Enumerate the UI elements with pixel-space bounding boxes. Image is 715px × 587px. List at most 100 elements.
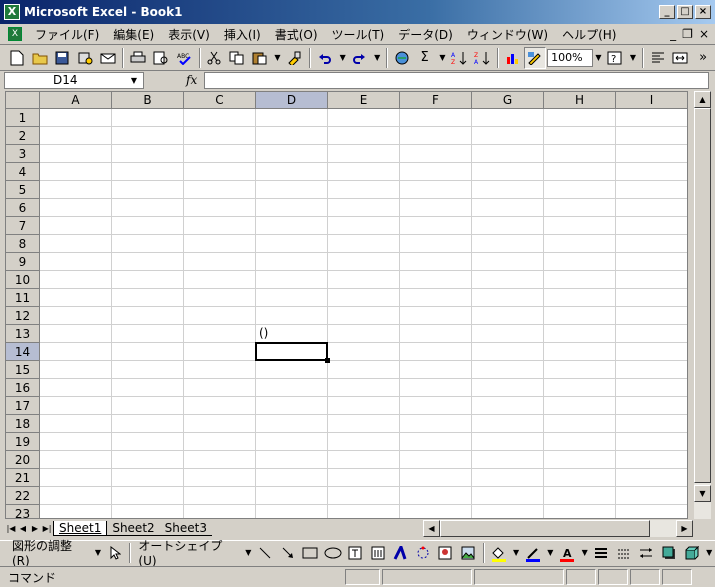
- undo-icon[interactable]: [314, 47, 336, 69]
- scroll-down-icon[interactable]: ▼: [694, 485, 711, 502]
- formula-input[interactable]: [204, 72, 709, 89]
- row-header-8[interactable]: 8: [6, 235, 40, 253]
- row-header-17[interactable]: 17: [6, 397, 40, 415]
- font-color-dropdown-icon[interactable]: ▼: [579, 544, 591, 562]
- line-color-dropdown-icon[interactable]: ▼: [545, 544, 557, 562]
- cut-icon[interactable]: [204, 47, 226, 69]
- vertical-scrollbar[interactable]: ▲ ▼: [694, 91, 711, 519]
- autoshapes-dropdown-icon[interactable]: ▼: [242, 544, 254, 562]
- row-header-13[interactable]: 13: [6, 325, 40, 343]
- draw-menu-dropdown-icon[interactable]: ▼: [92, 544, 104, 562]
- print-preview-icon[interactable]: [150, 47, 172, 69]
- row-header-22[interactable]: 22: [6, 487, 40, 505]
- save-icon[interactable]: [51, 47, 73, 69]
- worksheet-grid[interactable]: A B C D E F G H I 1 2 3 4 5 6 7 8 9 10 11 12 13 14 15 16 17 18 19 20…: [5, 91, 688, 519]
- new-icon[interactable]: [6, 47, 28, 69]
- 3d-style-icon[interactable]: [681, 542, 703, 564]
- hyperlink-icon[interactable]: [391, 47, 413, 69]
- menu-help[interactable]: ヘルプ(H): [555, 26, 623, 43]
- textbox-icon[interactable]: [344, 542, 366, 564]
- horizontal-scroll-thumb[interactable]: [440, 520, 650, 537]
- menu-edit[interactable]: 編集(E): [106, 26, 161, 43]
- insert-function-icon[interactable]: fx: [186, 73, 197, 87]
- row-header-16[interactable]: 16: [6, 379, 40, 397]
- email-icon[interactable]: [97, 47, 119, 69]
- column-header-i[interactable]: I: [616, 92, 687, 109]
- doc-restore-button[interactable]: ❐: [682, 27, 693, 41]
- column-header-h[interactable]: H: [544, 92, 616, 109]
- menu-file[interactable]: ファイル(F): [28, 26, 106, 43]
- column-header-g[interactable]: G: [472, 92, 544, 109]
- line-style-icon[interactable]: [591, 542, 613, 564]
- oval-icon[interactable]: [322, 542, 344, 564]
- select-objects-icon[interactable]: [104, 542, 126, 564]
- row-header-10[interactable]: 10: [6, 271, 40, 289]
- row-header-9[interactable]: 9: [6, 253, 40, 271]
- shadow-style-icon[interactable]: [658, 542, 680, 564]
- menu-insert[interactable]: 挿入(I): [217, 26, 268, 43]
- chart-wizard-icon[interactable]: [502, 47, 524, 69]
- row-header-7[interactable]: 7: [6, 217, 40, 235]
- sort-ascending-icon[interactable]: AZ: [448, 47, 470, 69]
- scroll-up-icon[interactable]: ▲: [694, 91, 711, 108]
- name-box[interactable]: D14: [4, 72, 144, 89]
- fill-color-dropdown-icon[interactable]: ▼: [510, 544, 522, 562]
- row-header-19[interactable]: 19: [6, 433, 40, 451]
- permission-icon[interactable]: [74, 47, 96, 69]
- clipart-icon[interactable]: [435, 542, 457, 564]
- line-icon[interactable]: [254, 542, 276, 564]
- paste-dropdown-icon[interactable]: ▼: [272, 49, 284, 67]
- open-icon[interactable]: [29, 47, 51, 69]
- align-left-icon[interactable]: [647, 47, 669, 69]
- scroll-right-icon[interactable]: ▶: [676, 520, 693, 537]
- minimize-button[interactable]: _: [659, 5, 675, 19]
- font-color-icon[interactable]: A: [556, 542, 578, 564]
- autosum-dropdown-icon[interactable]: ▼: [436, 49, 448, 67]
- format-painter-icon[interactable]: [283, 47, 305, 69]
- vertical-scroll-thumb[interactable]: [694, 108, 711, 483]
- print-icon[interactable]: [127, 47, 149, 69]
- column-header-d[interactable]: D: [256, 92, 328, 109]
- row-header-21[interactable]: 21: [6, 469, 40, 487]
- rectangle-icon[interactable]: [299, 542, 321, 564]
- workbook-icon[interactable]: X: [8, 27, 22, 41]
- prev-sheet-icon[interactable]: ◀: [17, 521, 29, 536]
- menu-view[interactable]: 表示(V): [161, 26, 217, 43]
- sort-descending-icon[interactable]: ZA: [471, 47, 493, 69]
- select-all-corner[interactable]: [6, 92, 40, 109]
- row-header-20[interactable]: 20: [6, 451, 40, 469]
- horizontal-scrollbar[interactable]: ◀ ▶: [423, 520, 693, 537]
- merge-center-icon[interactable]: [670, 47, 692, 69]
- active-cell[interactable]: [255, 342, 328, 361]
- close-button[interactable]: ×: [695, 5, 711, 19]
- arrow-style-icon[interactable]: [636, 542, 658, 564]
- dash-style-icon[interactable]: [613, 542, 635, 564]
- column-header-b[interactable]: B: [112, 92, 184, 109]
- next-sheet-icon[interactable]: ▶: [29, 521, 41, 536]
- menu-format[interactable]: 書式(O): [268, 26, 325, 43]
- cell-d13[interactable]: (): [259, 326, 268, 340]
- scroll-left-icon[interactable]: ◀: [423, 520, 440, 537]
- column-header-e[interactable]: E: [328, 92, 400, 109]
- vertical-textbox-icon[interactable]: [367, 542, 389, 564]
- spelling-icon[interactable]: ABC: [173, 47, 195, 69]
- restore-button[interactable]: □: [677, 5, 693, 19]
- sheet-tab-1[interactable]: Sheet1: [53, 521, 108, 536]
- fill-color-icon[interactable]: [488, 542, 510, 564]
- wordart-icon[interactable]: [389, 542, 411, 564]
- sheet-tab-3[interactable]: Sheet3: [159, 521, 212, 536]
- row-header-14[interactable]: 14: [6, 343, 40, 361]
- row-header-12[interactable]: 12: [6, 307, 40, 325]
- help-dropdown-icon[interactable]: ▼: [627, 49, 639, 67]
- arrow-icon[interactable]: [277, 542, 299, 564]
- drawing-icon[interactable]: [524, 46, 547, 69]
- first-sheet-icon[interactable]: |◀: [5, 521, 17, 536]
- row-header-11[interactable]: 11: [6, 289, 40, 307]
- line-color-icon[interactable]: [522, 542, 544, 564]
- column-header-c[interactable]: C: [184, 92, 256, 109]
- row-header-2[interactable]: 2: [6, 127, 40, 145]
- sheet-tab-2[interactable]: Sheet2: [107, 521, 160, 536]
- row-header-6[interactable]: 6: [6, 199, 40, 217]
- doc-minimize-button[interactable]: _: [670, 27, 676, 41]
- row-header-15[interactable]: 15: [6, 361, 40, 379]
